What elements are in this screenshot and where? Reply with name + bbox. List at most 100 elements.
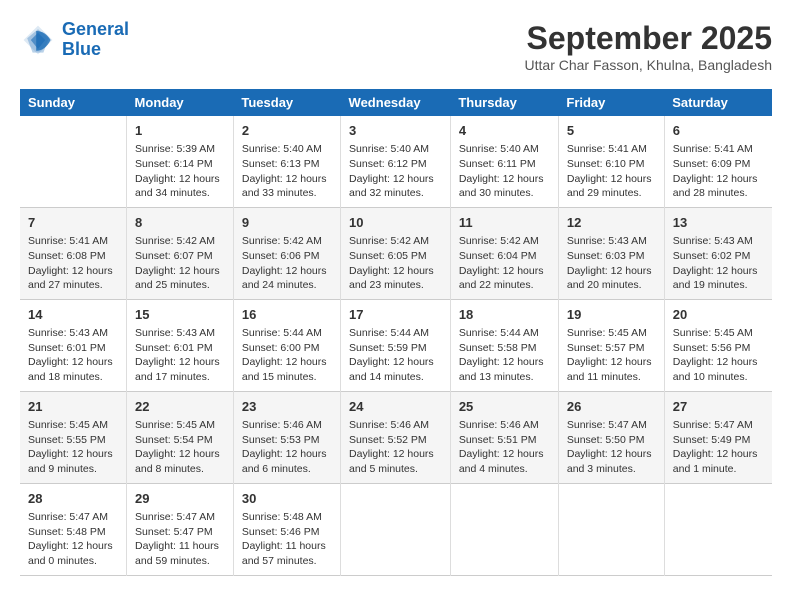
day-number: 15: [135, 306, 225, 324]
day-info: Sunrise: 5:43 AM Sunset: 6:01 PM Dayligh…: [135, 326, 225, 385]
calendar-cell: 9 Sunrise: 5:42 AM Sunset: 6:06 PM Daylig…: [233, 207, 340, 299]
day-info: Sunrise: 5:47 AM Sunset: 5:49 PM Dayligh…: [673, 418, 764, 477]
calendar-cell: 29Sunrise: 5:47 AM Sunset: 5:47 PM Dayli…: [127, 483, 234, 575]
day-number: 23: [242, 398, 332, 416]
day-number: 24: [349, 398, 442, 416]
calendar-cell: 26 Sunrise: 5:47 AM Sunset: 5:50 PM Dayli…: [558, 391, 664, 483]
calendar-cell: 4Sunrise: 5:40 AM Sunset: 6:11 PM Daylig…: [450, 116, 558, 207]
day-info: Sunrise: 5:39 AM Sunset: 6:14 PM Dayligh…: [135, 142, 225, 201]
weekday-header-monday: Monday: [127, 89, 234, 116]
calendar-row: 7 Sunrise: 5:41 AM Sunset: 6:08 PM Daylig…: [20, 207, 772, 299]
day-info: Sunrise: 5:46 AM Sunset: 5:52 PM Dayligh…: [349, 418, 442, 477]
day-info: Sunrise: 5:45 AM Sunset: 5:56 PM Dayligh…: [673, 326, 764, 385]
logo-icon: [20, 22, 56, 58]
logo: General Blue: [20, 20, 129, 60]
day-number: 2: [242, 122, 332, 140]
calendar-cell: 15 Sunrise: 5:43 AM Sunset: 6:01 PM Dayli…: [127, 299, 234, 391]
day-info: Sunrise: 5:45 AM Sunset: 5:57 PM Dayligh…: [567, 326, 656, 385]
calendar-cell: 11 Sunrise: 5:42 AM Sunset: 6:04 PM Dayli…: [450, 207, 558, 299]
day-info: Sunrise: 5:44 AM Sunset: 5:58 PM Dayligh…: [459, 326, 550, 385]
weekday-header-sunday: Sunday: [20, 89, 127, 116]
day-number: 13: [673, 214, 764, 232]
day-number: 3: [349, 122, 442, 140]
day-number: 1: [135, 122, 225, 140]
calendar-cell: 30Sunrise: 5:48 AM Sunset: 5:46 PM Dayli…: [233, 483, 340, 575]
day-number: 20: [673, 306, 764, 324]
calendar-cell: 20 Sunrise: 5:45 AM Sunset: 5:56 PM Dayli…: [664, 299, 772, 391]
day-info: Sunrise: 5:46 AM Sunset: 5:51 PM Dayligh…: [459, 418, 550, 477]
calendar-cell: 6Sunrise: 5:41 AM Sunset: 6:09 PM Daylig…: [664, 116, 772, 207]
day-number: 21: [28, 398, 118, 416]
weekday-header-thursday: Thursday: [450, 89, 558, 116]
calendar-cell: 18 Sunrise: 5:44 AM Sunset: 5:58 PM Dayli…: [450, 299, 558, 391]
calendar-cell: 3 Sunrise: 5:40 AM Sunset: 6:12 PM Daylig…: [341, 116, 451, 207]
day-number: 12: [567, 214, 656, 232]
day-number: 26: [567, 398, 656, 416]
day-info: Sunrise: 5:44 AM Sunset: 6:00 PM Dayligh…: [242, 326, 332, 385]
calendar-cell: 7 Sunrise: 5:41 AM Sunset: 6:08 PM Daylig…: [20, 207, 127, 299]
calendar-cell: 28 Sunrise: 5:47 AM Sunset: 5:48 PM Dayli…: [20, 483, 127, 575]
day-info: Sunrise: 5:41 AM Sunset: 6:08 PM Dayligh…: [28, 234, 118, 293]
calendar-cell: 27 Sunrise: 5:47 AM Sunset: 5:49 PM Dayli…: [664, 391, 772, 483]
weekday-header-friday: Friday: [558, 89, 664, 116]
logo-line2: Blue: [62, 39, 101, 59]
logo-line1: General: [62, 19, 129, 39]
calendar-cell: 25 Sunrise: 5:46 AM Sunset: 5:51 PM Dayli…: [450, 391, 558, 483]
day-number: 5: [567, 122, 656, 140]
day-info: Sunrise: 5:43 AM Sunset: 6:02 PM Dayligh…: [673, 234, 764, 293]
day-info: Sunrise: 5:42 AM Sunset: 6:07 PM Dayligh…: [135, 234, 225, 293]
calendar-cell: 2 Sunrise: 5:40 AM Sunset: 6:13 PM Daylig…: [233, 116, 340, 207]
calendar-cell: [558, 483, 664, 575]
day-number: 29: [135, 490, 225, 508]
day-info: Sunrise: 5:47 AM Sunset: 5:48 PM Dayligh…: [28, 510, 118, 569]
calendar-cell: [20, 116, 127, 207]
calendar-row: 1 Sunrise: 5:39 AM Sunset: 6:14 PM Daylig…: [20, 116, 772, 207]
day-info: Sunrise: 5:43 AM Sunset: 6:03 PM Dayligh…: [567, 234, 656, 293]
day-number: 18: [459, 306, 550, 324]
calendar-cell: 14Sunrise: 5:43 AM Sunset: 6:01 PM Dayli…: [20, 299, 127, 391]
day-number: 8: [135, 214, 225, 232]
day-info: Sunrise: 5:44 AM Sunset: 5:59 PM Dayligh…: [349, 326, 442, 385]
weekday-header-row: SundayMondayTuesdayWednesdayThursdayFrid…: [20, 89, 772, 116]
calendar-cell: 5 Sunrise: 5:41 AM Sunset: 6:10 PM Daylig…: [558, 116, 664, 207]
page-header: General Blue September 2025 Uttar Char F…: [20, 20, 772, 73]
day-number: 10: [349, 214, 442, 232]
day-info: Sunrise: 5:42 AM Sunset: 6:04 PM Dayligh…: [459, 234, 550, 293]
day-info: Sunrise: 5:46 AM Sunset: 5:53 PM Dayligh…: [242, 418, 332, 477]
calendar-cell: 23 Sunrise: 5:46 AM Sunset: 5:53 PM Dayli…: [233, 391, 340, 483]
day-number: 11: [459, 214, 550, 232]
day-number: 14: [28, 306, 118, 324]
weekday-header-saturday: Saturday: [664, 89, 772, 116]
day-number: 27: [673, 398, 764, 416]
calendar-cell: 17 Sunrise: 5:44 AM Sunset: 5:59 PM Dayli…: [341, 299, 451, 391]
calendar-cell: 1 Sunrise: 5:39 AM Sunset: 6:14 PM Daylig…: [127, 116, 234, 207]
weekday-header-tuesday: Tuesday: [233, 89, 340, 116]
day-number: 9: [242, 214, 332, 232]
day-number: 17: [349, 306, 442, 324]
location: Uttar Char Fasson, Khulna, Bangladesh: [525, 57, 772, 73]
day-info: Sunrise: 5:41 AM Sunset: 6:10 PM Dayligh…: [567, 142, 656, 201]
calendar-cell: 19 Sunrise: 5:45 AM Sunset: 5:57 PM Dayli…: [558, 299, 664, 391]
calendar-row: 28 Sunrise: 5:47 AM Sunset: 5:48 PM Dayli…: [20, 483, 772, 575]
calendar-cell: 8 Sunrise: 5:42 AM Sunset: 6:07 PM Daylig…: [127, 207, 234, 299]
weekday-header-wednesday: Wednesday: [341, 89, 451, 116]
day-info: Sunrise: 5:47 AM Sunset: 5:50 PM Dayligh…: [567, 418, 656, 477]
day-number: 28: [28, 490, 118, 508]
day-info: Sunrise: 5:40 AM Sunset: 6:12 PM Dayligh…: [349, 142, 442, 201]
calendar-cell: 12 Sunrise: 5:43 AM Sunset: 6:03 PM Dayli…: [558, 207, 664, 299]
month-title: September 2025: [525, 20, 772, 57]
day-number: 25: [459, 398, 550, 416]
day-info: Sunrise: 5:45 AM Sunset: 5:54 PM Dayligh…: [135, 418, 225, 477]
calendar-table: SundayMondayTuesdayWednesdayThursdayFrid…: [20, 89, 772, 576]
day-info: Sunrise: 5:41 AM Sunset: 6:09 PM Dayligh…: [673, 142, 764, 201]
calendar-cell: 22Sunrise: 5:45 AM Sunset: 5:54 PM Dayli…: [127, 391, 234, 483]
calendar-cell: 16Sunrise: 5:44 AM Sunset: 6:00 PM Dayli…: [233, 299, 340, 391]
day-info: Sunrise: 5:42 AM Sunset: 6:06 PM Dayligh…: [242, 234, 332, 293]
day-info: Sunrise: 5:40 AM Sunset: 6:13 PM Dayligh…: [242, 142, 332, 201]
day-number: 19: [567, 306, 656, 324]
calendar-row: 21Sunrise: 5:45 AM Sunset: 5:55 PM Dayli…: [20, 391, 772, 483]
day-info: Sunrise: 5:40 AM Sunset: 6:11 PM Dayligh…: [459, 142, 550, 201]
day-number: 7: [28, 214, 118, 232]
calendar-cell: [664, 483, 772, 575]
title-block: September 2025 Uttar Char Fasson, Khulna…: [525, 20, 772, 73]
